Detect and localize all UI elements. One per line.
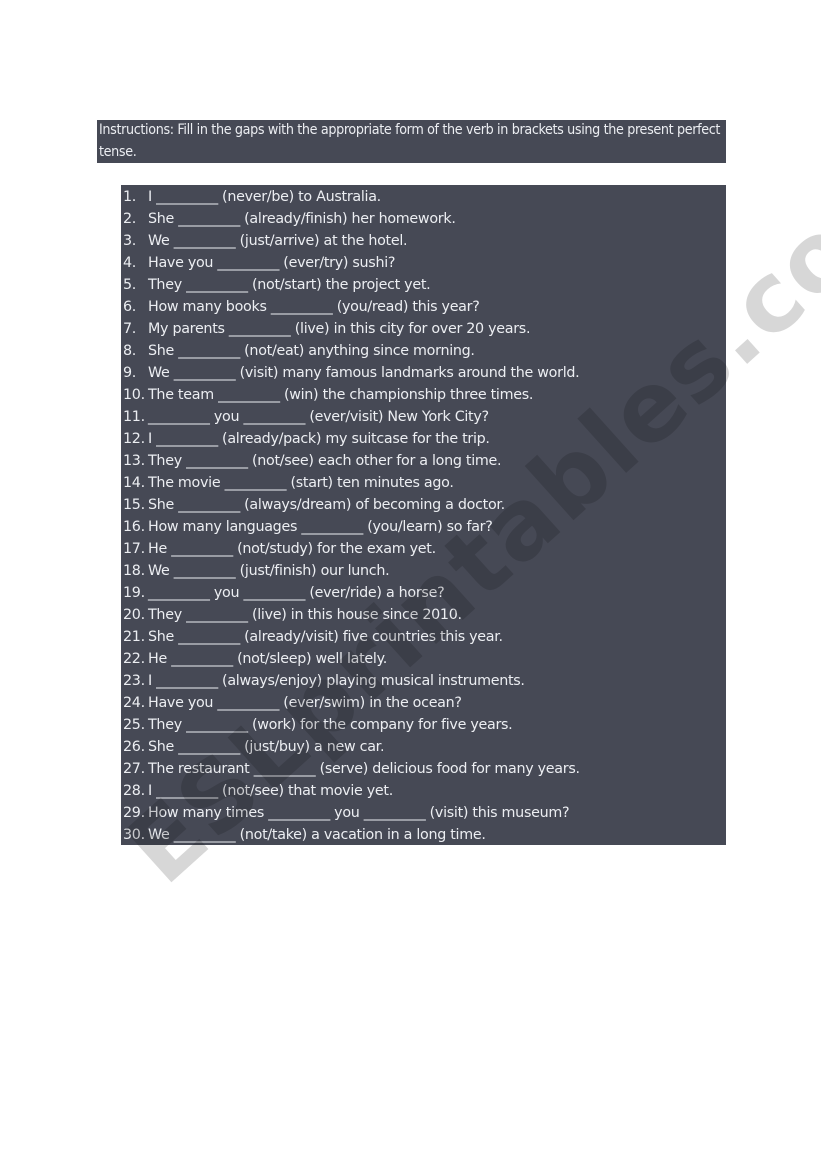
exercise-item: 28. I _________ (not/see) that movie yet. xyxy=(121,780,726,802)
exercise-sentence: She _________ (just/buy) a new car. xyxy=(148,739,385,755)
exercise-number: 23. xyxy=(123,673,145,689)
exercise-item: 12. I _________ (already/pack) my suitcas… xyxy=(121,428,726,450)
exercise-sentence: The movie _________ (start) ten minutes … xyxy=(148,475,454,491)
exercise-item: 13. They _________ (not/see) each other f… xyxy=(121,450,726,472)
exercise-item: 6. How many books _________ (you/read) th… xyxy=(121,296,726,318)
exercise-item: 16. How many languages _________ (you/lea… xyxy=(121,516,726,538)
exercise-sentence: I _________ (not/see) that movie yet. xyxy=(148,783,393,799)
exercise-sentence: She _________ (already/visit) five count… xyxy=(148,629,503,645)
exercise-number: 18. xyxy=(123,563,145,579)
exercise-number: 9. xyxy=(123,365,137,381)
exercise-item: 11. _________ you _________ (ever/visit) … xyxy=(121,406,726,428)
exercise-number: 30. xyxy=(123,827,145,843)
exercise-number: 27. xyxy=(123,761,145,777)
exercise-sentence: I _________ (already/pack) my suitcase f… xyxy=(148,431,490,447)
exercise-sentence: We _________ (just/finish) our lunch. xyxy=(148,563,390,579)
exercise-number: 5. xyxy=(123,277,137,293)
exercise-item: 27. The restaurant _________ (serve) deli… xyxy=(121,758,726,780)
exercise-item: 2. She _________ (already/finish) her hom… xyxy=(121,208,726,230)
exercise-sentence: They _________ (work) for the company fo… xyxy=(148,717,513,733)
exercise-list-box: 1. I _________ (never/be) to Australia. 2.… xyxy=(121,185,726,845)
exercise-item: 20. They _________ (live) in this house s… xyxy=(121,604,726,626)
exercise-sentence: He _________ (not/sleep) well lately. xyxy=(148,651,387,667)
exercise-sentence: How many languages _________ (you/learn)… xyxy=(148,519,493,535)
exercise-list: 1. I _________ (never/be) to Australia. 2.… xyxy=(121,186,726,846)
exercise-item: 4. Have you _________ (ever/try) sushi? xyxy=(121,252,726,274)
exercise-item: 26. She _________ (just/buy) a new car. xyxy=(121,736,726,758)
exercise-number: 29. xyxy=(123,805,145,821)
exercise-item: 19. _________ you _________ (ever/ride) a… xyxy=(121,582,726,604)
exercise-sentence: We _________ (visit) many famous landmar… xyxy=(148,365,580,381)
exercise-item: 9. We _________ (visit) many famous landm… xyxy=(121,362,726,384)
exercise-sentence: We _________ (just/arrive) at the hotel. xyxy=(148,233,408,249)
exercise-number: 26. xyxy=(123,739,145,755)
exercise-number: 1. xyxy=(123,189,137,205)
exercise-sentence: Have you _________ (ever/try) sushi? xyxy=(148,255,396,271)
exercise-sentence: She _________ (already/finish) her homew… xyxy=(148,211,456,227)
exercise-sentence: The restaurant _________ (serve) delicio… xyxy=(148,761,580,777)
exercise-item: 24. Have you _________ (ever/swim) in the… xyxy=(121,692,726,714)
exercise-sentence: She _________ (always/dream) of becoming… xyxy=(148,497,505,513)
exercise-number: 6. xyxy=(123,299,137,315)
exercise-item: 23. I _________ (always/enjoy) playing mu… xyxy=(121,670,726,692)
exercise-number: 2. xyxy=(123,211,137,227)
exercise-sentence: I _________ (never/be) to Australia. xyxy=(148,189,381,205)
exercise-item: 21. She _________ (already/visit) five co… xyxy=(121,626,726,648)
exercise-sentence: _________ you _________ (ever/ride) a ho… xyxy=(148,585,445,601)
exercise-number: 8. xyxy=(123,343,137,359)
exercise-item: 18. We _________ (just/finish) our lunch. xyxy=(121,560,726,582)
exercise-number: 22. xyxy=(123,651,145,667)
exercise-item: 22. He _________ (not/sleep) well lately. xyxy=(121,648,726,670)
exercise-number: 17. xyxy=(123,541,145,557)
exercise-sentence: Have you _________ (ever/swim) in the oc… xyxy=(148,695,462,711)
exercise-sentence: I _________ (always/enjoy) playing music… xyxy=(148,673,525,689)
exercise-number: 7. xyxy=(123,321,137,337)
exercise-sentence: How many books _________ (you/read) this… xyxy=(148,299,480,315)
exercise-sentence: _________ you _________ (ever/visit) New… xyxy=(148,409,489,425)
exercise-number: 12. xyxy=(123,431,145,447)
exercise-number: 24. xyxy=(123,695,145,711)
exercise-item: 25. They _________ (work) for the company… xyxy=(121,714,726,736)
exercise-number: 15. xyxy=(123,497,145,513)
exercise-item: 5. They _________ (not/start) the project… xyxy=(121,274,726,296)
exercise-sentence: We _________ (not/take) a vacation in a … xyxy=(148,827,486,843)
exercise-number: 3. xyxy=(123,233,137,249)
exercise-number: 16. xyxy=(123,519,145,535)
exercise-item: 1. I _________ (never/be) to Australia. xyxy=(121,186,726,208)
exercise-item: 15. She _________ (always/dream) of becom… xyxy=(121,494,726,516)
exercise-sentence: He _________ (not/study) for the exam ye… xyxy=(148,541,436,557)
exercise-item: 14. The movie _________ (start) ten minut… xyxy=(121,472,726,494)
exercise-number: 20. xyxy=(123,607,145,623)
exercise-number: 4. xyxy=(123,255,137,271)
exercise-item: 17. He _________ (not/study) for the exam… xyxy=(121,538,726,560)
instructions-box: Instructions: Fill in the gaps with the … xyxy=(97,120,726,163)
exercise-number: 10. xyxy=(123,387,145,403)
exercise-sentence: She _________ (not/eat) anything since m… xyxy=(148,343,475,359)
exercise-item: 30. We _________ (not/take) a vacation in… xyxy=(121,824,726,846)
exercise-sentence: They _________ (not/see) each other for … xyxy=(148,453,502,469)
exercise-sentence: The team _________ (win) the championshi… xyxy=(148,387,534,403)
exercise-sentence: They _________ (live) in this house sinc… xyxy=(148,607,462,623)
exercise-item: 10. The team _________ (win) the champion… xyxy=(121,384,726,406)
exercise-number: 25. xyxy=(123,717,145,733)
exercise-number: 14. xyxy=(123,475,145,491)
exercise-item: 7. My parents _________ (live) in this ci… xyxy=(121,318,726,340)
exercise-number: 11. xyxy=(123,409,145,425)
exercise-item: 8. She _________ (not/eat) anything since… xyxy=(121,340,726,362)
exercise-sentence: How many times _________ you _________ (… xyxy=(148,805,570,821)
exercise-number: 28. xyxy=(123,783,145,799)
exercise-number: 21. xyxy=(123,629,145,645)
exercise-sentence: They _________ (not/start) the project y… xyxy=(148,277,431,293)
exercise-number: 19. xyxy=(123,585,145,601)
exercise-sentence: My parents _________ (live) in this city… xyxy=(148,321,531,337)
exercise-item: 3. We _________ (just/arrive) at the hote… xyxy=(121,230,726,252)
exercise-number: 13. xyxy=(123,453,145,469)
exercise-item: 29. How many times _________ you ________… xyxy=(121,802,726,824)
